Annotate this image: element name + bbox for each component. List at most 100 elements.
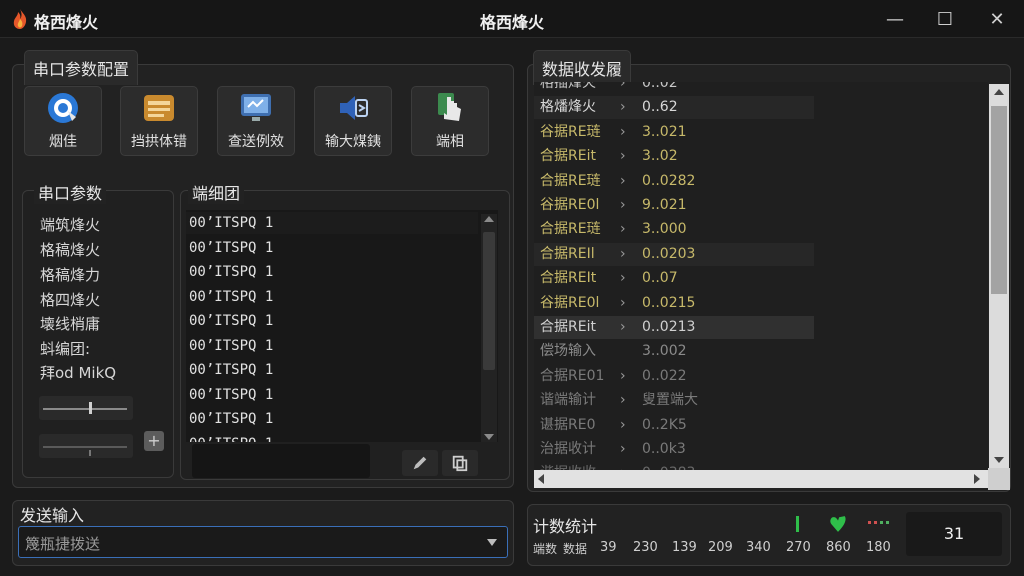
- data-row[interactable]: 格燔烽火 › 0..62: [534, 96, 814, 120]
- tool-label: 烟佳: [49, 134, 77, 150]
- scroll-left-icon[interactable]: [538, 474, 544, 484]
- copy-button[interactable]: [442, 450, 478, 476]
- data-row-name: 合据RE01: [540, 367, 605, 384]
- data-row[interactable]: 治据收计 › 0..0k3: [534, 438, 814, 461]
- data-row[interactable]: 谐端输计 › 叟置端大: [534, 389, 814, 412]
- total-count-value: 31: [943, 524, 965, 543]
- tool-button-5[interactable]: 端相: [411, 86, 489, 156]
- data-row-arrow: ›: [620, 367, 626, 384]
- counter-label: 数据: [563, 542, 588, 556]
- scroll-up-icon[interactable]: [484, 216, 494, 222]
- minimize-button[interactable]: —: [872, 0, 918, 38]
- data-row-name: 谐据收收: [540, 462, 596, 470]
- data-row[interactable]: 谷据RE琏 › 3..021: [534, 121, 814, 144]
- data-row-arrow: ›: [620, 99, 626, 116]
- send-input-value: 篾瓶捷拨送: [25, 535, 101, 553]
- data-row[interactable]: 合据RE琏 › 3..000: [534, 218, 814, 241]
- data-row-value: 0..02: [642, 82, 678, 91]
- slider-tick: [89, 450, 91, 456]
- data-row-arrow: ›: [620, 197, 626, 213]
- port-row[interactable]: 00’ITSPQ 1: [187, 359, 479, 381]
- tool-button-2[interactable]: 挡拱体错: [120, 86, 198, 156]
- pencil-icon: [413, 456, 427, 470]
- port-row[interactable]: 00’ITSPQ 1: [187, 433, 479, 442]
- scroll-thumb[interactable]: [991, 106, 1007, 294]
- scroll-right-icon[interactable]: [974, 474, 980, 484]
- scroll-down-icon[interactable]: [994, 457, 1004, 463]
- edit-button[interactable]: [402, 450, 438, 476]
- data-row-value: 0..0282: [642, 172, 696, 189]
- scroll-thumb[interactable]: [483, 232, 495, 370]
- data-row[interactable]: 谐据收收 › 0..0383: [534, 462, 814, 470]
- counter-value: 230: [633, 540, 658, 555]
- maximize-button[interactable]: ☐: [922, 0, 968, 38]
- data-vertical-scrollbar[interactable]: [989, 84, 1009, 468]
- port-list-scrollbar[interactable]: [481, 214, 497, 442]
- port-row[interactable]: 00’ITSPQ 1: [187, 310, 479, 332]
- param-label: 壊线梢庸: [40, 315, 101, 333]
- param-slider-1[interactable]: [39, 396, 133, 420]
- tool-button-1[interactable]: 烟佳: [24, 86, 102, 156]
- data-row[interactable]: 合据REIl › 0..0203: [534, 242, 814, 266]
- serial-config-title: 串口参数配置: [24, 50, 139, 85]
- param-slider-2[interactable]: [39, 434, 133, 458]
- scroll-up-icon[interactable]: [994, 89, 1004, 95]
- add-button[interactable]: +: [144, 431, 164, 451]
- title-bar: 格西烽火 格西烽火 — ☐ ✕: [0, 0, 1024, 38]
- counter-value: 340: [746, 540, 771, 555]
- window-title: 格西烽火: [479, 13, 544, 32]
- data-row[interactable]: 合据RE01 › 0..022: [534, 365, 814, 388]
- flame-icon: [13, 9, 27, 29]
- tool-label: 查送例效: [228, 134, 284, 150]
- speaker-icon: [340, 96, 368, 120]
- data-row-name: 合据RE琏: [540, 221, 601, 238]
- port-row[interactable]: 00’ITSPQ 1: [187, 261, 479, 283]
- data-row[interactable]: 合据RE琏 › 0..0282: [534, 170, 814, 193]
- data-row[interactable]: 合据REIt › 0..07: [534, 267, 814, 290]
- slider-handle[interactable]: [89, 402, 92, 414]
- send-input-field[interactable]: 篾瓶捷拨送: [18, 526, 508, 558]
- port-row[interactable]: 00’ITSPQ 1: [187, 408, 479, 430]
- data-row-value: 3..021: [642, 123, 687, 140]
- status-bar-icon: [796, 516, 799, 532]
- data-row[interactable]: 合据REit › 0..0213: [534, 316, 814, 339]
- tool-button-3[interactable]: 查送例效: [217, 86, 295, 156]
- data-row-value: 3..002: [642, 343, 687, 360]
- data-row[interactable]: 合据REit › 3..02: [534, 145, 814, 168]
- param-label: 格稿烽火: [40, 241, 101, 259]
- data-row[interactable]: 谌据RE0 › 0..2K5: [534, 414, 814, 437]
- data-row-value: 0..0203: [642, 245, 696, 262]
- data-row-arrow: ›: [620, 270, 626, 287]
- scroll-corner: [988, 468, 1010, 490]
- port-input[interactable]: [192, 444, 370, 478]
- data-row-value: 0..62: [642, 99, 678, 116]
- chevron-down-icon[interactable]: [487, 539, 497, 546]
- data-row-value: 0..022: [642, 367, 687, 384]
- data-row-name: 治据收计: [540, 441, 596, 457]
- data-row-name: 格燔烽火: [540, 99, 596, 116]
- data-horizontal-scrollbar[interactable]: [534, 470, 988, 488]
- data-row-arrow: ›: [620, 416, 626, 433]
- tool-button-4[interactable]: 输大煤銕: [314, 86, 392, 156]
- port-row[interactable]: 00’ITSPQ 1: [187, 384, 479, 406]
- data-row-value: 9..021: [642, 197, 687, 213]
- data-row-name: 合据RE琏: [540, 172, 601, 189]
- port-row[interactable]: 00’ITSPQ 1: [187, 335, 479, 357]
- param-label: 格稿烽力: [40, 266, 101, 284]
- data-row[interactable]: 格插烽火 › 0..02: [534, 82, 814, 95]
- port-row[interactable]: 00’ITSPQ 1: [187, 212, 479, 234]
- data-row[interactable]: 谷据RE0l › 0..0215: [534, 292, 814, 315]
- data-row-value: 3..02: [642, 148, 678, 165]
- data-row[interactable]: 谷据RE0l › 9..021: [534, 194, 814, 217]
- copy-icon: [452, 455, 468, 472]
- data-row-name: 合据REit: [540, 148, 596, 165]
- port-row[interactable]: 00’ITSPQ 1: [187, 286, 479, 308]
- counter-value: 139: [672, 540, 697, 555]
- close-button[interactable]: ✕: [974, 0, 1020, 38]
- scroll-down-icon[interactable]: [484, 434, 494, 440]
- port-row[interactable]: 00’ITSPQ 1: [187, 237, 479, 259]
- data-row[interactable]: 偿场输入 3..002: [534, 340, 814, 363]
- data-list[interactable]: 格插烽火 › 0..02 格燔烽火 › 0..62 谷据RE琏 › 3..021 合据REit › 3…: [534, 82, 988, 470]
- data-row-name: 合据REit: [540, 319, 596, 335]
- param-label: 格四烽火: [40, 291, 101, 309]
